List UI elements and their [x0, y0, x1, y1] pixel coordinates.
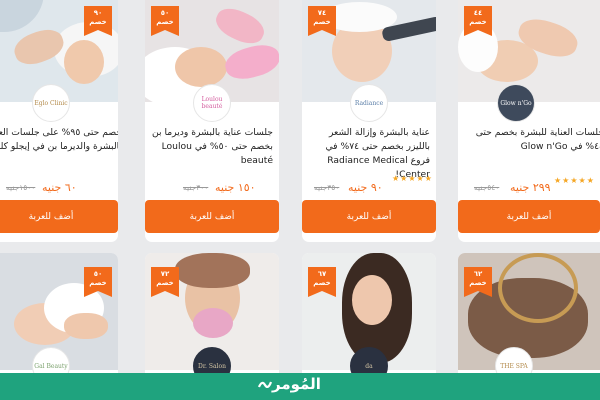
- discount-badge: ٤٤ خصم: [464, 6, 492, 36]
- brand-logo-icon: [258, 381, 272, 388]
- offer-price: ١٥٠ جنيه: [215, 181, 256, 194]
- discount-badge: ٥٠ خصم: [151, 6, 179, 36]
- offer-price: ٩٠ جنيه: [348, 181, 383, 194]
- offer-card-loulou[interactable]: ٥٠ خصم Loulou beauté جلسات عناية بالبشرة…: [145, 0, 279, 242]
- offer-title: جلسات عناية بالبشرة وديرما بن بخصم حتى ٥…: [151, 127, 273, 166]
- offer-card-glow[interactable]: ٤٤ خصم Glow n'Go جلسات العناية للبشرة بخ…: [458, 0, 600, 242]
- discount-badge: ٦٢ خصم: [464, 267, 492, 297]
- offer-title: خصم حتى ٩٥% على جلسات العناية بالبشرة وا…: [0, 127, 118, 152]
- brand-name: المُومر: [272, 375, 321, 393]
- offer-title: جلسات العناية للبشرة بخصم حتى ٤٤% في Glo…: [475, 127, 600, 152]
- offer-old-price: ٣٥٠جنيه: [314, 183, 340, 192]
- offer-old-price: ١٥٠٠جنيه: [6, 183, 36, 192]
- offer-price: ٢٩٩ جنيه: [510, 181, 551, 194]
- add-to-cart-button[interactable]: أضف للعربة: [458, 200, 600, 233]
- offer-card-radiance[interactable]: ٧٤ خصم Radiance عناية بالبشرة وإزالة الش…: [302, 0, 436, 242]
- partner-logo: Eglo Clinic: [32, 84, 70, 122]
- rating-stars: ★★★★★: [392, 174, 433, 183]
- partner-logo: Loulou beauté: [193, 84, 231, 122]
- discount-badge: ٧٤ خصم: [308, 6, 336, 36]
- offer-card-eglo[interactable]: ٩٠ خصم Eglo Clinic خصم حتى ٩٥% على جلسات…: [0, 0, 118, 242]
- offer-price: ٦٠ جنيه: [42, 181, 77, 194]
- add-to-cart-button[interactable]: أضف للعربة: [0, 200, 118, 233]
- offer-old-price: ٣٠٠جنيه: [183, 183, 209, 192]
- partner-logo: Radiance: [350, 84, 388, 122]
- discount-badge: ٦٧ خصم: [308, 267, 336, 297]
- add-to-cart-button[interactable]: أضف للعربة: [145, 200, 279, 233]
- partner-logo: Glow n'Go: [497, 84, 535, 122]
- discount-badge: ٧٢ خصم: [151, 267, 179, 297]
- offer-old-price: ٥٤٠جنيه: [474, 183, 500, 192]
- discount-badge: ٥٠ خصم: [84, 267, 112, 297]
- discount-badge: ٩٠ خصم: [84, 6, 112, 36]
- add-to-cart-button[interactable]: أضف للعربة: [302, 200, 436, 233]
- rating-stars: ★★★★★: [554, 176, 595, 185]
- footer-bar: المُومر: [0, 373, 600, 400]
